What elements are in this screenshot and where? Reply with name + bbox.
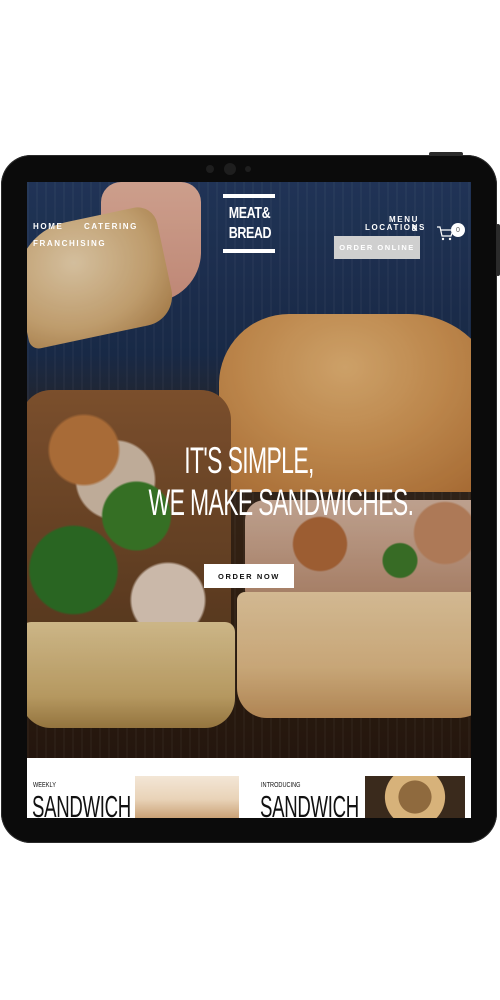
hero-section: HOME CATERING FRANCHISING MEAT& BREAD ME…: [27, 182, 471, 758]
weekly-sandwich-image: [135, 776, 239, 818]
card-label: INTRODUCING: [261, 782, 301, 789]
card-label: WEEKLY: [33, 782, 56, 789]
hero-headline: IT'S SIMPLE, WE MAKE SANDWICHES.: [148, 440, 414, 524]
introducing-sandwich-image: [365, 776, 465, 818]
order-now-button[interactable]: ORDER NOW: [204, 564, 294, 588]
logo-line-2: BREAD: [228, 225, 272, 242]
cart-count-badge: 0: [451, 223, 465, 237]
logo-top-bar: [223, 194, 275, 198]
nav-catering-link[interactable]: CATERING: [84, 222, 138, 231]
order-online-button[interactable]: ORDER ONLINE: [334, 236, 420, 259]
nav-franchising-link[interactable]: FRANCHISING: [33, 239, 106, 248]
logo-bottom-bar: [223, 249, 275, 253]
nav-home-link[interactable]: HOME: [33, 222, 63, 231]
logo-line-1: MEAT&: [228, 205, 271, 222]
sensor-dot: [245, 166, 251, 172]
card-title: SANDWICH: [260, 789, 359, 818]
introducing-sandwich-card[interactable]: INTRODUCING SANDWICH: [255, 776, 471, 818]
sensor-dot: [206, 165, 214, 173]
tablet-screen: HOME CATERING FRANCHISING MEAT& BREAD ME…: [27, 182, 471, 818]
nav-menu-locations-line2[interactable]: LOCATIONS: [365, 223, 424, 232]
weekly-sandwich-card[interactable]: WEEKLY SANDWICH: [27, 776, 239, 818]
hero-headline-line2: WE MAKE SANDWICHES.: [148, 482, 414, 523]
meat-and-bread-logo[interactable]: MEAT& BREAD: [223, 194, 275, 272]
hero-headline-line1: IT'S SIMPLE,: [184, 440, 314, 481]
front-camera: [224, 163, 236, 175]
card-title: SANDWICH: [32, 789, 131, 818]
